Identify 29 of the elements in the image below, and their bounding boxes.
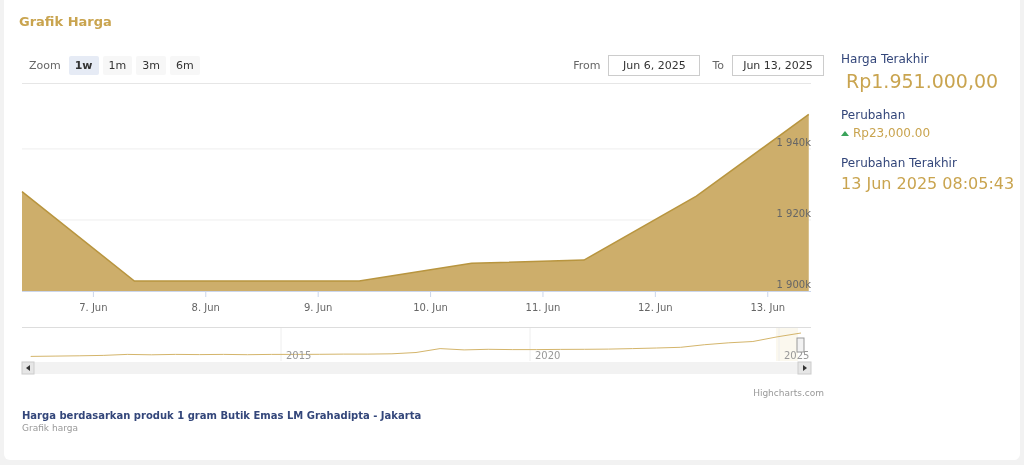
summary-value: Rp1.951.000,00: [845, 70, 1000, 92]
zoom-button[interactable]: 1m: [102, 55, 133, 75]
scroll-right-button[interactable]: [797, 361, 812, 375]
to-date-field[interactable]: Jun 13, 2025: [732, 54, 824, 76]
axis-label: 11. Jun: [525, 302, 561, 313]
axis-label: 8. Jun: [191, 302, 220, 313]
summary-value: Rp23,000.00: [841, 126, 1015, 140]
axis-label: 7. Jun: [79, 302, 108, 313]
summary-label: Harga Terakhir: [841, 52, 930, 66]
navigator-handle[interactable]: [796, 337, 805, 353]
zoom-button[interactable]: 6m: [170, 55, 200, 75]
zoom-button[interactable]: 1w: [68, 55, 99, 75]
chart-subtitle: Grafik harga: [21, 423, 79, 433]
zoom-label: Zoom: [29, 58, 61, 72]
chart-caption: Harga berdasarkan produk 1 gram Butik Emas LM Grahadipta - Jakarta: [21, 410, 423, 421]
zoom-button[interactable]: 3m: [136, 55, 166, 75]
summary-label: Perubahan Terakhir: [841, 156, 958, 170]
summary-value: 13 Jun 2025 08:05:43: [841, 174, 1015, 193]
scroll-left-button[interactable]: [21, 361, 35, 375]
axis-label: 9. Jun: [304, 302, 333, 313]
chart-title: Grafik Harga: [19, 14, 113, 29]
axis-label: 13. Jun: [750, 302, 786, 313]
axis-label: 10. Jun: [413, 302, 448, 313]
to-label: To: [712, 58, 724, 72]
navigator-label: 2020: [535, 350, 561, 361]
from-label: From: [573, 58, 601, 72]
axis-label: 12. Jun: [638, 302, 673, 313]
summary-label: Perubahan: [841, 108, 907, 122]
from-date-field[interactable]: Jun 6, 2025: [608, 54, 701, 76]
